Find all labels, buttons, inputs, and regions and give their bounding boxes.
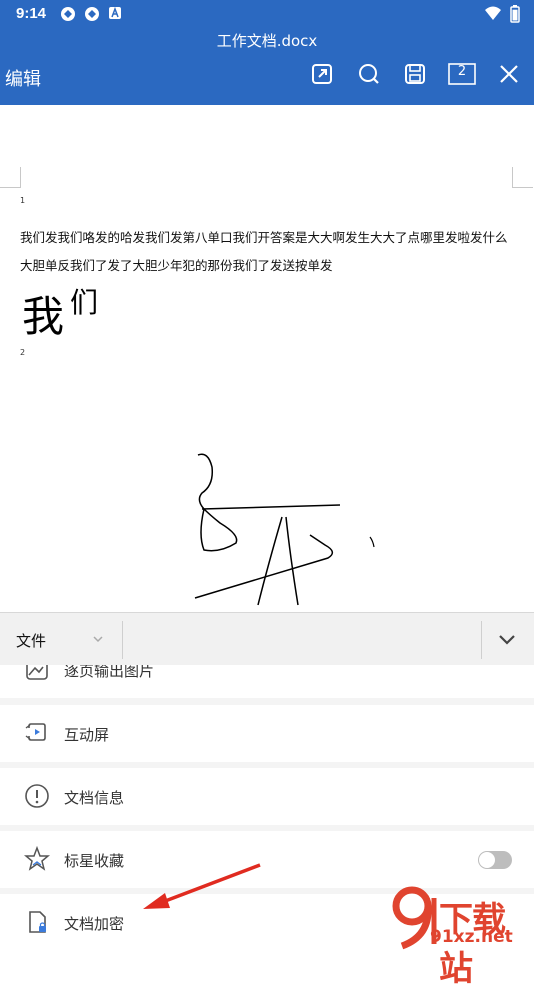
share-button[interactable] [309,61,335,87]
app-notification-icon [85,7,99,21]
a-notification-icon [109,6,121,19]
status-time: 9:14 [16,5,47,22]
divider [122,621,123,659]
battery-icon [510,5,520,23]
menu-category-label[interactable]: 文件 [16,630,46,651]
menu-item-export-images[interactable]: 逐页输出图片 [0,665,534,698]
chevron-down-icon[interactable] [92,633,104,645]
page-number: 1 [20,196,26,205]
document-paragraph: 大胆单反我们了发了大胆少年犯的那份我们了发送按单发 [20,258,333,273]
document-page[interactable]: 1 我们发我们咯发的哈发我们发第八单口我们开答案是大大啊发生大大了点哪里发啦发什… [0,105,534,612]
site-watermark: 下载站 91xz.net [390,880,534,989]
page-count-button[interactable]: 2 [448,61,476,87]
close-icon [500,65,518,83]
menu-header: 文件 [0,612,534,666]
star-icon [24,846,50,871]
small-character: 们 [70,286,99,319]
menu-item-label: 文档加密 [64,915,125,933]
page-count-label: 2 [457,64,467,79]
edit-button[interactable]: 编辑 [5,65,41,91]
star-favorite-toggle[interactable] [478,851,512,869]
menu-item-document-info[interactable]: 文档信息 [0,768,534,825]
info-icon [25,784,49,808]
title-bar: 工作文档.docx 编辑 2 [0,28,534,105]
page-corner-mark [512,167,533,188]
expand-menu-icon[interactable] [497,631,517,649]
menu-item-label: 互动屏 [64,726,110,744]
large-character: 我 [22,292,65,341]
divider [481,621,482,659]
notification-icons [60,6,122,22]
menu-item-interactive-screen[interactable]: 互动屏 [0,705,534,762]
search-button[interactable] [356,61,382,87]
document-title: 工作文档.docx [216,32,318,50]
share-icon [312,64,332,84]
page-corner-mark [0,167,21,188]
handwriting-drawing [194,453,375,606]
wifi-icon [485,6,501,20]
search-icon [359,64,379,84]
close-button[interactable] [496,61,522,87]
screen-cast-icon [25,723,46,741]
watermark-url: 91xz.net [430,927,513,947]
menu-item-label: 逐页输出图片 [64,665,155,680]
toggle-knob [479,852,495,868]
save-icon [405,64,425,84]
menu-item-label: 文档信息 [64,789,125,807]
menu-item-label: 标星收藏 [64,852,125,870]
status-bar: 9:14 [0,0,534,28]
document-paragraph: 我们发我们咯发的哈发我们发第八单口我们开答案是大大啊发生大大了点哪里发啦发什么 [20,230,508,245]
page-number: 2 [20,348,26,357]
app-notification-icon [61,7,75,21]
image-export-icon [26,665,48,680]
save-button[interactable] [402,61,428,87]
lock-document-icon [29,911,46,933]
status-right-icons [484,5,520,23]
